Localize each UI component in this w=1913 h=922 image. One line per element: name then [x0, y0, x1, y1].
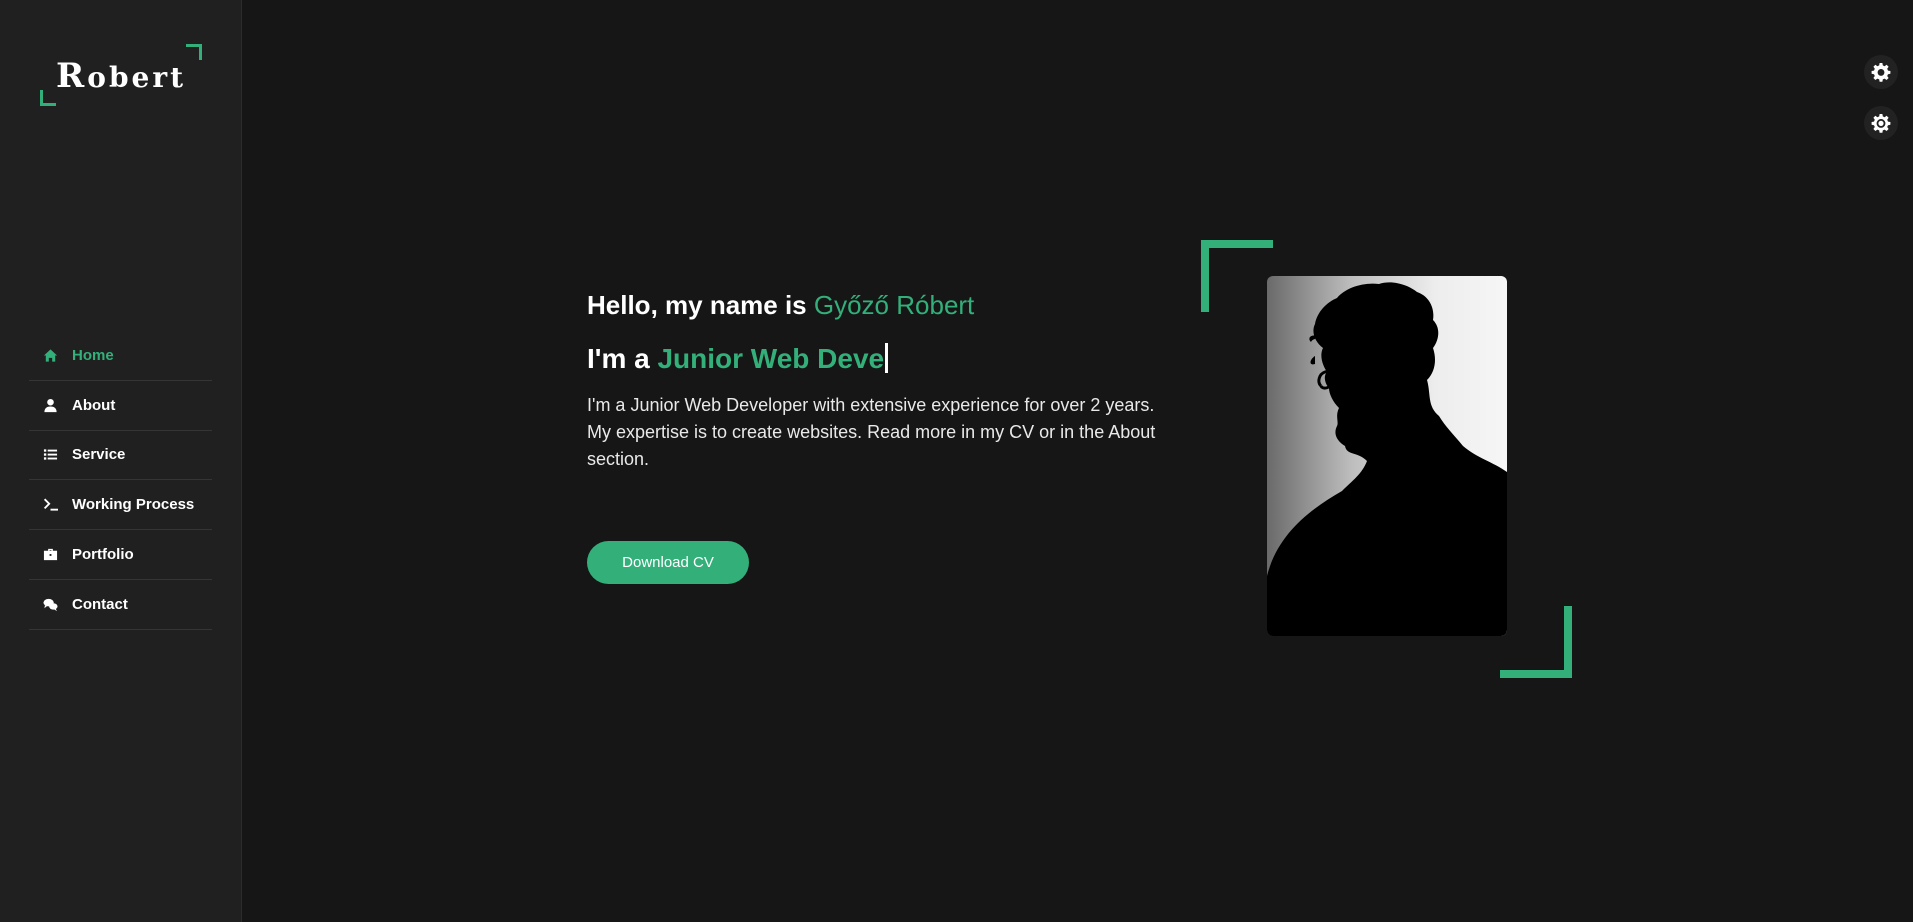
download-cv-button[interactable]: Download CV [587, 541, 749, 584]
profile-photo-frame [1201, 240, 1572, 678]
theme-toggle-button[interactable] [1864, 106, 1898, 140]
sidebar-item-label: Portfolio [72, 546, 134, 564]
frame-corner-bottom-right [1500, 606, 1572, 678]
sidebar-item-about[interactable]: About [29, 381, 212, 431]
sidebar-item-label: About [72, 396, 116, 414]
settings-toggle-button[interactable] [1864, 55, 1898, 89]
logo-text: Robert [56, 56, 187, 96]
list-icon [42, 447, 58, 463]
frame-corner-top-left [1201, 240, 1273, 312]
logo-corner-top-right [186, 44, 202, 60]
sun-gear-icon [1871, 114, 1891, 133]
sidebar-item-label: Home [72, 346, 114, 364]
sidebar-item-label: Working Process [72, 496, 195, 514]
profile-photo [1267, 276, 1507, 636]
comments-icon [42, 596, 58, 612]
home-icon [42, 347, 58, 363]
greeting-heading: Hello, my name is Győző Róbert [587, 290, 975, 320]
sidebar-item-working-process[interactable]: Working Process [29, 480, 212, 531]
gear-icon [1871, 63, 1891, 82]
logo-corner-bottom-left [40, 90, 56, 106]
sidebar-item-portfolio[interactable]: Portfolio [29, 530, 212, 580]
user-icon [42, 397, 58, 413]
sidebar-nav: Home About Service Working Process Portf… [29, 331, 212, 630]
typing-caret [885, 343, 889, 373]
sidebar-item-label: Service [72, 446, 126, 464]
typed-role: Junior Web Deve [657, 343, 885, 374]
hero-text: Hello, my name is Győző Róbert I'm a Jun… [587, 290, 1187, 473]
sidebar: Robert Home About Service Working Proces… [0, 0, 242, 922]
name-highlight: Győző Róbert [813, 290, 975, 320]
sidebar-item-contact[interactable]: Contact [29, 580, 212, 630]
intro-description: I'm a Junior Web Developer with extensiv… [587, 395, 1156, 469]
sidebar-item-service[interactable]: Service [29, 431, 212, 481]
briefcase-icon [42, 547, 58, 563]
terminal-icon [42, 497, 58, 513]
logo[interactable]: Robert [40, 44, 202, 106]
role-heading: I'm a Junior Web Deve [587, 343, 1187, 375]
sidebar-item-label: Contact [72, 595, 128, 613]
sidebar-item-home[interactable]: Home [29, 331, 212, 381]
